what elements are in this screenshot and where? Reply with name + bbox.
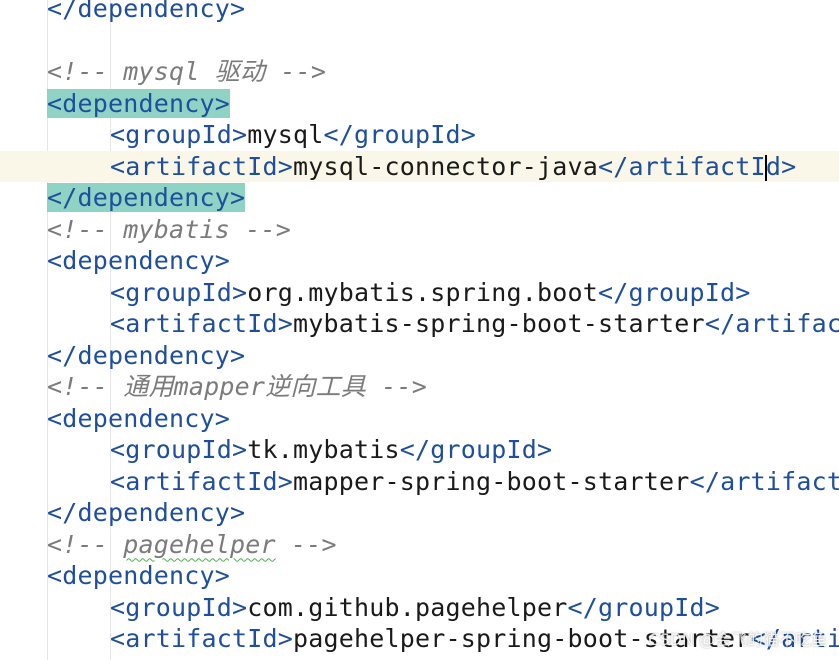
code-line[interactable]: <groupId>tk.mybatis</groupId> [0,434,839,465]
code-content: </dependency> [47,340,245,371]
code-line[interactable]: <artifactId>mybatis-spring-boot-starter<… [0,308,839,339]
code-line[interactable]: <artifactId>mapper-spring-boot-starter</… [0,466,839,497]
code-content: <groupId>mysql</groupId> [110,119,476,150]
code-line[interactable] [0,25,839,56]
xml-tag: </artifactI [598,151,766,181]
code-content: <groupId>org.mybatis.spring.boot</groupI… [110,277,751,308]
code-line[interactable]: <dependency> [0,403,839,434]
code-editor[interactable]: I </dependency><!-- mysql 驱动 --><depende… [0,0,839,660]
xml-tag: <groupId> [110,592,248,622]
code-line[interactable]: </dependency> [0,340,839,371]
xml-comment: <!-- 通用mapper逆向工具 --> [47,372,427,401]
code-line[interactable]: <!-- mysql 驱动 --> [0,56,839,87]
code-content: <artifactId>mysql-connector-java</artifa… [110,151,796,182]
xml-tag: </groupId> [323,120,477,149]
xml-tag: </dependency> [47,183,246,212]
code-line[interactable]: <artifactId>mysql-connector-java</artifa… [0,150,839,182]
code-content: <artifactId>mybatis-spring-boot-starter<… [110,308,839,339]
xml-tag: </dependency> [47,0,246,23]
code-content: <dependency> [47,403,230,434]
code-line[interactable]: <dependency> [0,560,839,591]
xml-comment: --> [275,529,337,559]
xml-tag: <dependency> [47,561,231,590]
xml-tag: <dependency> [47,403,231,433]
code-line[interactable]: <!-- 通用mapper逆向工具 --> [0,371,839,402]
code-line[interactable]: </dependency> [0,182,839,213]
xml-tag: <dependency> [47,88,231,118]
code-line[interactable]: <groupId>com.github.pagehelper</groupId> [0,592,839,623]
code-line[interactable]: </dependency> [0,0,839,24]
xml-comment: pagehelper [123,529,276,559]
code-content: <groupId>tk.mybatis</groupId> [110,434,552,465]
xml-comment: <!-- mysql 驱动 --> [47,57,327,86]
xml-text: mysql-connector-java [293,151,599,181]
xml-tag: <artifactId> [110,151,294,181]
xml-tag: </dependency> [47,498,246,527]
code-content: </dependency> [47,497,245,528]
code-content: <dependency> [47,88,231,119]
code-line[interactable]: </dependency> [0,497,839,528]
xml-text: mapper-spring-boot-starter [293,466,690,496]
code-line[interactable]: <dependency> [0,245,839,276]
xml-tag: </groupId> [399,435,553,464]
code-content: <!-- 通用mapper逆向工具 --> [47,371,427,402]
code-content: <artifactId>mapper-spring-boot-starter</… [110,466,839,497]
code-line[interactable]: </dependency> [0,655,839,660]
xml-tag: <groupId> [110,277,248,307]
code-line[interactable]: <!-- pagehelper --> [0,529,839,560]
xml-tag: <groupId> [110,120,248,149]
xml-tag: </groupId> [567,592,721,622]
xml-tag: <artifactId> [110,624,294,653]
xml-text: mysql [247,120,324,149]
code-content: <dependency> [47,245,230,276]
code-content: <!-- mysql 驱动 --> [47,56,326,87]
code-line[interactable]: <dependency> [0,88,839,119]
xml-tag: </groupId> [598,277,751,307]
xml-tag: </dependency> [47,340,246,370]
code-content: <groupId>com.github.pagehelper</groupId> [110,592,720,623]
code-content: </dependency> [47,182,246,213]
code-line[interactable]: <!-- mybatis --> [0,214,839,245]
xml-text: org.mybatis.spring.boot [247,277,599,307]
code-content: <!-- mybatis --> [47,214,291,245]
code-line[interactable]: <groupId>org.mybatis.spring.boot</groupI… [0,277,839,308]
xml-comment: <!-- [47,529,124,559]
xml-comment: <!-- mybatis --> [47,214,292,244]
xml-tag: <dependency> [47,246,231,275]
code-content: </dependency> [47,655,245,660]
code-line[interactable]: <groupId>mysql</groupId> [0,119,839,150]
xml-tag: </artifactId> [689,466,839,496]
code-content: <dependency> [47,560,230,591]
code-content: </dependency> [47,0,245,24]
xml-text: com.github.pagehelper [247,592,568,622]
xml-tag: d> [765,151,797,181]
xml-tag: <artifactId> [110,466,294,496]
xml-tag: <artifactId> [110,309,294,338]
watermark: CSDN @会飞的猫不吃鱼 [648,630,827,649]
xml-tag: </dependency> [47,656,245,660]
xml-tag: <groupId> [110,435,248,464]
xml-text: mybatis-spring-boot-starter [293,309,705,338]
code-content: <!-- pagehelper --> [47,529,337,560]
xml-tag: </artifactId> [704,309,839,338]
xml-text: tk.mybatis [247,435,400,464]
